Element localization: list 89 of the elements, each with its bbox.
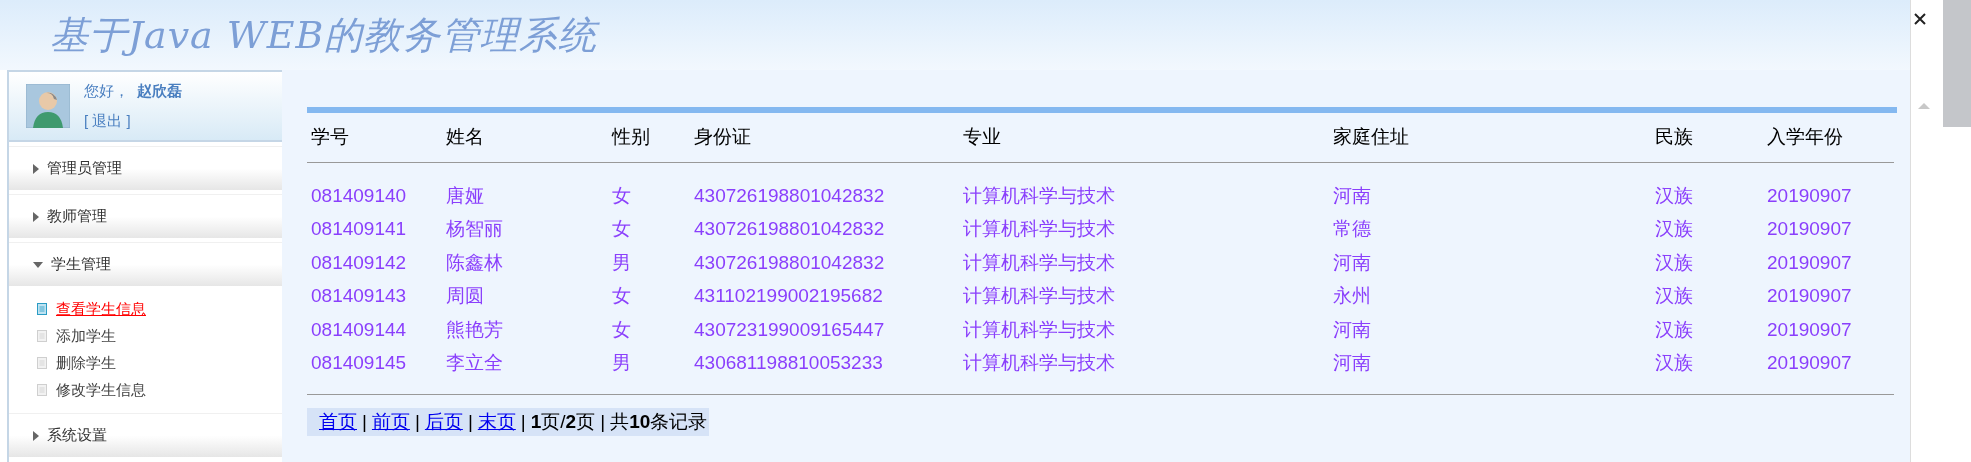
table-cell-text: 常德 (1333, 217, 1372, 241)
table-cell-text: 周圆 (446, 284, 485, 308)
table-cell-text: 唐娅 (446, 183, 485, 208)
submenu-link[interactable]: 修改学生信息 (56, 378, 146, 402)
pager-link[interactable]: 首页 (319, 407, 357, 437)
table-cell-text: 20190907 (1767, 217, 1853, 241)
column-header: 民族 (1655, 125, 1694, 150)
table-cell-text: 女 (612, 284, 632, 308)
table-cell-text: 陈鑫林 (446, 250, 504, 275)
table-cell-text: 081409140 (311, 183, 408, 208)
page-info: 1页/2页 (530, 409, 596, 434)
table-cell-text: 河南 (1333, 250, 1372, 275)
table-cell-text: 河南 (1333, 351, 1372, 375)
record-count: 共10条记录 (610, 409, 708, 434)
user-avatar-icon (26, 84, 70, 128)
document-icon (37, 357, 47, 369)
document-icon (37, 330, 47, 342)
separator-text: | (600, 409, 606, 434)
document-icon (37, 384, 47, 396)
table-cell-text: 081409144 (311, 317, 408, 342)
table-cell-text: 20190907 (1767, 351, 1853, 375)
table-cell-text: 计算机科学与技术 (963, 317, 1116, 342)
column-header: 身份证 (694, 125, 752, 150)
table-cell-text: 计算机科学与技术 (963, 183, 1116, 208)
logout-link[interactable]: [ 退出 ] (84, 110, 182, 133)
table-cell-text: 汉族 (1655, 317, 1694, 342)
caret-right-icon (33, 163, 39, 174)
column-header: 专业 (963, 125, 1002, 150)
table-cell-text: 430681198810053233 (694, 351, 884, 375)
table-cell-text: 081409143 (311, 284, 408, 308)
table-cell-text: 杨智丽 (446, 217, 504, 241)
column-header: 性别 (612, 125, 651, 150)
table-cell-text: 计算机科学与技术 (963, 250, 1116, 275)
submenu-link[interactable]: 查看学生信息 (56, 297, 146, 321)
column-header: 家庭住址 (1333, 125, 1410, 150)
table-cell-text: 汉族 (1655, 183, 1694, 208)
table-cell-text: 430723199009165447 (694, 317, 886, 342)
submenu-link[interactable]: 添加学生 (56, 324, 116, 348)
column-header: 姓名 (446, 125, 485, 150)
table-cell-text: 20190907 (1767, 317, 1853, 342)
table-cell-text: 430726198801042832 (694, 217, 886, 241)
separator-text: | (362, 409, 367, 434)
table-cell-text: 081409145 (311, 351, 408, 375)
menu-header[interactable]: 管理员管理 (9, 146, 282, 190)
table-cell-text: 男 (612, 250, 632, 275)
caret-down-icon (33, 261, 43, 268)
table-cell-text: 永州 (1333, 284, 1372, 308)
table-cell-text: 20190907 (1767, 284, 1853, 308)
table-cell-text: 汉族 (1655, 284, 1694, 308)
separator-text: | (467, 409, 473, 434)
table-cell-text: 汉族 (1655, 351, 1694, 375)
table-cell-text: 431102199002195682 (694, 284, 884, 308)
separator-text: | (414, 409, 420, 434)
table-cell-text: 李立全 (446, 351, 504, 375)
close-icon (1913, 12, 1927, 26)
table-cell-text: 河南 (1333, 317, 1372, 342)
table-cell-text: 20190907 (1767, 250, 1853, 275)
table-cell-text: 河南 (1333, 183, 1372, 208)
table-cell-text: 计算机科学与技术 (963, 217, 1116, 241)
table-cell-text: 女 (612, 183, 632, 208)
pager-link[interactable]: 后页 (424, 407, 463, 437)
table-cell-text: 计算机科学与技术 (963, 351, 1116, 375)
scroll-up-icon (1917, 102, 1931, 110)
table-cell-text: 汉族 (1655, 217, 1694, 241)
document-icon (37, 303, 47, 315)
table-cell-text: 081409142 (311, 250, 408, 275)
table-cell-text: 081409141 (311, 217, 408, 241)
menu-header[interactable]: 教师管理 (9, 194, 282, 238)
pager-link[interactable]: 前页 (371, 407, 410, 437)
greeting-text: 您好， (84, 80, 129, 101)
table-cell-text: 汉族 (1655, 250, 1694, 275)
caret-right-icon (33, 430, 39, 441)
table-cell-text: 430726198801042832 (694, 250, 886, 275)
table-cell-text: 男 (612, 351, 632, 375)
table-cell-text: 计算机科学与技术 (963, 284, 1116, 308)
table-cell-text: 女 (612, 317, 632, 342)
table-cell-text: 20190907 (1767, 183, 1853, 208)
table-cell-text: 430726198801042832 (694, 183, 886, 208)
column-header: 入学年份 (1767, 125, 1844, 150)
table-cell-text: 女 (612, 217, 632, 241)
caret-right-icon (33, 211, 39, 222)
table-cell-text: 熊艳芳 (446, 317, 504, 342)
pager-link[interactable]: 末页 (477, 407, 516, 437)
separator-text: | (520, 409, 526, 434)
submenu-link[interactable]: 删除学生 (56, 351, 116, 375)
user-name: 赵欣磊 (137, 80, 182, 101)
menu-header[interactable]: 系统设置 (9, 413, 282, 457)
column-header: 学号 (311, 125, 350, 150)
menu-header[interactable]: 学生管理 (9, 242, 282, 286)
